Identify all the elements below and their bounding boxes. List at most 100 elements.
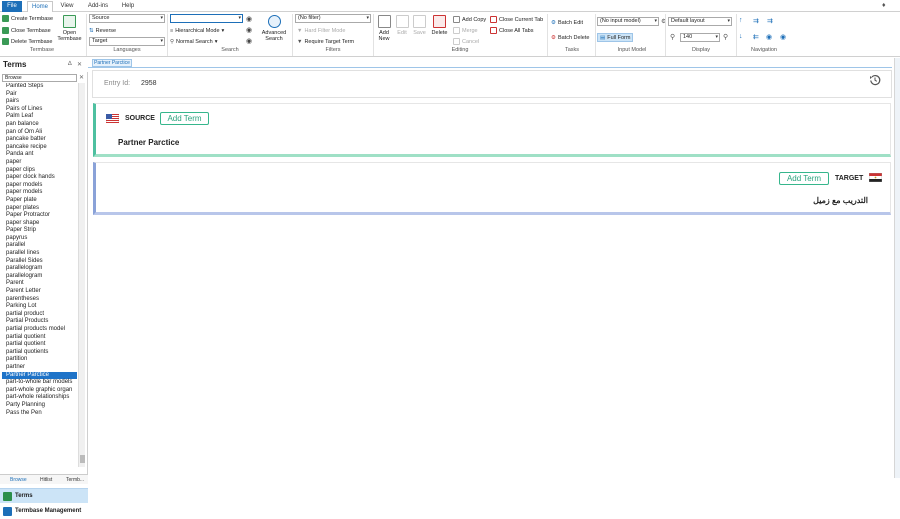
term-list-item[interactable]: Panda ant bbox=[2, 151, 77, 159]
menu-tab-help[interactable]: Help bbox=[118, 1, 138, 12]
delete-termbase-button[interactable]: Delete Termbase bbox=[2, 37, 52, 46]
term-list-item[interactable]: Paper Protractor bbox=[2, 212, 77, 220]
close-all-tabs-button[interactable]: Close All Tabs bbox=[490, 26, 533, 35]
add-copy-button[interactable]: Add Copy bbox=[453, 15, 486, 24]
tab-browse[interactable]: Browse bbox=[2, 476, 27, 484]
term-list-item[interactable]: pancake recipe bbox=[2, 144, 77, 152]
term-list-item[interactable]: paper plates bbox=[2, 205, 77, 213]
source-language-select[interactable]: Source ▾ bbox=[89, 14, 165, 23]
term-list-item[interactable]: partial quotients bbox=[2, 349, 77, 357]
history-icon[interactable] bbox=[869, 74, 881, 86]
clear-search-icon[interactable]: ✕ bbox=[79, 74, 84, 81]
zoom-out-icon[interactable]: ⚲ bbox=[670, 33, 675, 41]
term-list-item[interactable]: Parent bbox=[2, 280, 77, 288]
full-form-button[interactable]: ▤ Full Form bbox=[597, 33, 634, 42]
term-list-item[interactable]: parallel bbox=[2, 242, 77, 250]
search-next-icon[interactable]: ◉ bbox=[246, 26, 252, 34]
term-list-item[interactable]: part-whole graphic organ bbox=[2, 387, 77, 395]
close-termbase-button[interactable]: Close Termbase bbox=[2, 26, 51, 35]
term-list-item[interactable]: partial quotient bbox=[2, 341, 77, 349]
navigate-source-icon[interactable]: ◉ bbox=[780, 33, 786, 41]
term-list-item[interactable]: pan of Om Ali bbox=[2, 129, 77, 137]
menu-tab-file[interactable]: File bbox=[2, 1, 22, 12]
term-list-item[interactable]: Parent Letter bbox=[2, 288, 77, 296]
term-list-item[interactable]: paper shape bbox=[2, 220, 77, 228]
term-list-item[interactable]: Party Planning bbox=[2, 402, 77, 410]
source-term-text[interactable]: Partner Parctice bbox=[118, 138, 179, 147]
term-list-item[interactable]: paper bbox=[2, 159, 77, 167]
term-list-item[interactable]: Painted Steps bbox=[2, 83, 77, 91]
term-list-item[interactable]: Parallel Sides bbox=[2, 258, 77, 266]
batch-delete-button[interactable]: ⚙ Batch Delete bbox=[551, 33, 589, 42]
batch-edit-button[interactable]: ⚙ Batch Edit bbox=[551, 18, 583, 27]
term-list-item[interactable]: paper models bbox=[2, 189, 77, 197]
input-model-select[interactable]: (No input model) ▾ bbox=[597, 17, 659, 26]
normal-search-button[interactable]: ⚲ Normal Search ▾ bbox=[170, 37, 217, 46]
term-list-item[interactable]: pairs bbox=[2, 98, 77, 106]
source-add-term-button[interactable]: Add Term bbox=[160, 112, 209, 125]
require-target-term-button[interactable]: ▼ Require Target Term bbox=[297, 37, 354, 46]
close-icon[interactable]: ✕ bbox=[77, 61, 82, 68]
term-list-item[interactable]: pan balance bbox=[2, 121, 77, 129]
cancel-button[interactable]: Cancel bbox=[453, 37, 479, 46]
merge-button[interactable]: Merge bbox=[453, 26, 478, 35]
binoculars-icon[interactable]: ◉ bbox=[246, 15, 252, 23]
term-list-item[interactable]: Pass the Pen bbox=[2, 410, 77, 418]
create-termbase-button[interactable]: Create Termbase bbox=[2, 14, 53, 23]
term-list-item[interactable]: partner bbox=[2, 364, 77, 372]
advanced-search-button[interactable]: Advanced Search bbox=[260, 15, 288, 42]
navigate-target-icon[interactable]: ◉ bbox=[766, 33, 772, 41]
navigate-first-icon[interactable]: ⇉ bbox=[753, 17, 759, 25]
term-list-item[interactable]: parallelogram bbox=[2, 265, 77, 273]
target-add-term-button[interactable]: Add Term bbox=[779, 172, 829, 185]
close-current-tab-button[interactable]: Close Current Tab bbox=[490, 15, 543, 24]
menu-tab-add-ins[interactable]: Add-ins bbox=[84, 1, 112, 12]
navigate-down-icon[interactable]: ↓ bbox=[739, 33, 743, 40]
term-list-item[interactable]: paper clips bbox=[2, 167, 77, 175]
browse-input[interactable]: Browse bbox=[2, 74, 77, 82]
notification-bell-icon[interactable]: ♦ bbox=[882, 2, 886, 9]
navigate-last-icon[interactable]: ⇉ bbox=[767, 17, 773, 25]
target-term-text[interactable]: التدريب مع زميل bbox=[780, 196, 868, 205]
save-button[interactable]: Save bbox=[411, 15, 428, 36]
delete-button[interactable]: Delete bbox=[429, 15, 450, 36]
term-list-item[interactable]: parallel lines bbox=[2, 250, 77, 258]
term-list-item[interactable]: Pair bbox=[2, 91, 77, 99]
term-list-item[interactable]: parentheses bbox=[2, 296, 77, 304]
tab-entry[interactable]: Partner Parctice bbox=[92, 59, 132, 67]
hard-filter-mode-button[interactable]: ▼ Hard Filter Mode bbox=[297, 26, 345, 35]
tab-termbase[interactable]: Termb... bbox=[58, 476, 84, 484]
term-list-item[interactable]: part-to-whole bar models bbox=[2, 379, 77, 387]
term-list-item[interactable]: Paper plate bbox=[2, 197, 77, 205]
side-panel-strip[interactable] bbox=[894, 58, 900, 478]
nav-termbase-management[interactable]: Termbase Management bbox=[0, 504, 88, 519]
zoom-in-icon[interactable]: ⚲ bbox=[723, 33, 728, 41]
term-list-item[interactable]: partial product bbox=[2, 311, 77, 319]
term-list-item[interactable]: Partial Products bbox=[2, 318, 77, 326]
hierarchical-mode-button[interactable]: ≡ Hierarchical Mode ▾ bbox=[170, 26, 224, 35]
edit-button[interactable]: Edit bbox=[394, 15, 410, 36]
search-input[interactable]: ▾ bbox=[170, 14, 243, 23]
term-list-item[interactable]: pancake batter bbox=[2, 136, 77, 144]
term-list-item[interactable]: partial quotient bbox=[2, 334, 77, 342]
reverse-button[interactable]: ⇅ Reverse bbox=[89, 26, 116, 35]
term-list-item[interactable]: Palm Leaf bbox=[2, 113, 77, 121]
term-list-item[interactable]: Paper Strip bbox=[2, 227, 77, 235]
zoom-select[interactable]: 140 ▾ bbox=[680, 33, 720, 42]
target-language-select[interactable]: Target ▾ bbox=[89, 37, 165, 46]
open-termbase-button[interactable]: Open Termbase bbox=[57, 15, 82, 42]
menu-tab-view[interactable]: View bbox=[57, 1, 77, 12]
term-list-item[interactable]: papyrus bbox=[2, 235, 77, 243]
layout-select[interactable]: Default layout ▾ bbox=[668, 17, 732, 26]
filter-select[interactable]: (No filter) ▾ bbox=[295, 14, 371, 23]
navigate-up-icon[interactable]: ↑ bbox=[739, 17, 743, 24]
menu-tab-home[interactable]: Home bbox=[27, 1, 53, 12]
tab-hitlist[interactable]: Hitlist bbox=[32, 476, 52, 484]
navigate-back-icon[interactable]: ⇇ bbox=[753, 33, 759, 41]
pin-icon[interactable]: ∆ bbox=[68, 61, 72, 67]
term-list-item[interactable]: partition bbox=[2, 356, 77, 364]
term-list-item[interactable]: part-whole relationships bbox=[2, 394, 77, 402]
term-list-item[interactable]: paper clock hands bbox=[2, 174, 77, 182]
term-list-item[interactable]: Parking Lot bbox=[2, 303, 77, 311]
term-list-item[interactable]: partial products model bbox=[2, 326, 77, 334]
